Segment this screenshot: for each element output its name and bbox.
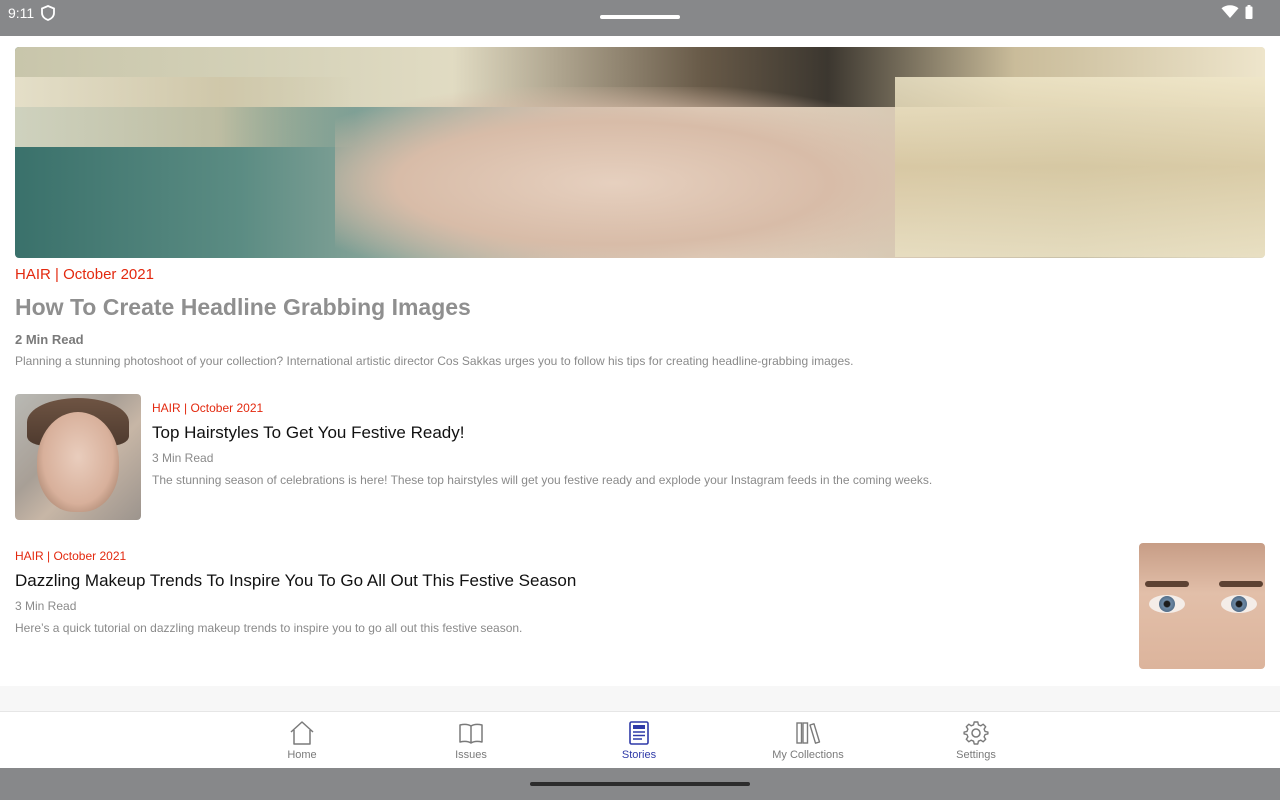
nav-item-issues[interactable]: Issues xyxy=(411,712,531,769)
nav-item-stories[interactable]: Stories xyxy=(579,712,699,769)
nav-label: Home xyxy=(287,749,317,761)
story-title[interactable]: Top Hairstyles To Get You Festive Ready! xyxy=(152,422,464,443)
thumbnail-face-shape xyxy=(37,412,119,512)
nav-item-my-collections[interactable]: My Collections xyxy=(748,712,868,769)
nav-item-home[interactable]: Home xyxy=(242,712,362,769)
shield-icon xyxy=(41,5,55,21)
story-read-time: 3 Min Read xyxy=(15,599,77,613)
story-description: Here’s a quick tutorial on dazzling make… xyxy=(15,621,523,635)
story-title[interactable]: Dazzling Makeup Trends To Inspire You To… xyxy=(15,570,576,591)
stories-icon xyxy=(629,721,649,745)
thumbnail-eye-shape xyxy=(1221,595,1257,613)
battery-icon xyxy=(1245,5,1253,19)
thumbnail-eye-shape xyxy=(1149,595,1185,613)
story-read-time: 3 Min Read xyxy=(152,451,214,465)
stories-content: HAIR | October 2021 How To Create Headli… xyxy=(0,36,1280,711)
story-category: HAIR | October 2021 xyxy=(152,401,264,415)
wifi-icon xyxy=(1221,5,1239,18)
thumbnail-brow-shape xyxy=(1219,581,1263,587)
status-pill xyxy=(600,15,680,19)
nav-label: Issues xyxy=(455,749,487,761)
home-icon xyxy=(290,721,314,745)
collections-icon xyxy=(796,722,821,744)
gesture-handle[interactable] xyxy=(530,782,750,786)
featured-title[interactable]: How To Create Headline Grabbing Images xyxy=(15,293,471,321)
featured-description: Planning a stunning photoshoot of your c… xyxy=(15,354,854,368)
story-category: HAIR | October 2021 xyxy=(15,549,127,563)
story-description: The stunning season of celebrations is h… xyxy=(152,473,933,487)
nav-item-settings[interactable]: Settings xyxy=(916,712,1036,769)
gesture-navigation-bar xyxy=(0,768,1280,800)
hero-hair-shape xyxy=(895,77,1265,257)
book-icon xyxy=(459,723,483,744)
nav-label: Settings xyxy=(956,749,996,761)
hero-face-shape xyxy=(335,87,955,258)
thumbnail-brow-shape xyxy=(1145,581,1189,587)
nav-label: My Collections xyxy=(772,749,844,761)
gear-icon xyxy=(963,721,989,745)
status-time: 9:11 xyxy=(8,5,35,21)
nav-label: Stories xyxy=(621,749,657,761)
hero-hair-shape xyxy=(15,77,355,147)
featured-read-time: 2 Min Read xyxy=(15,332,84,347)
bottom-navigation: Home Issues Stories My Collections Setti… xyxy=(0,711,1280,768)
content-bottom-strip xyxy=(0,686,1280,711)
status-bar: 9:11 xyxy=(0,0,1280,36)
featured-story-image[interactable] xyxy=(15,47,1265,258)
story-thumbnail[interactable] xyxy=(1139,543,1265,669)
story-thumbnail[interactable] xyxy=(15,394,141,520)
featured-category: HAIR | October 2021 xyxy=(15,266,154,283)
